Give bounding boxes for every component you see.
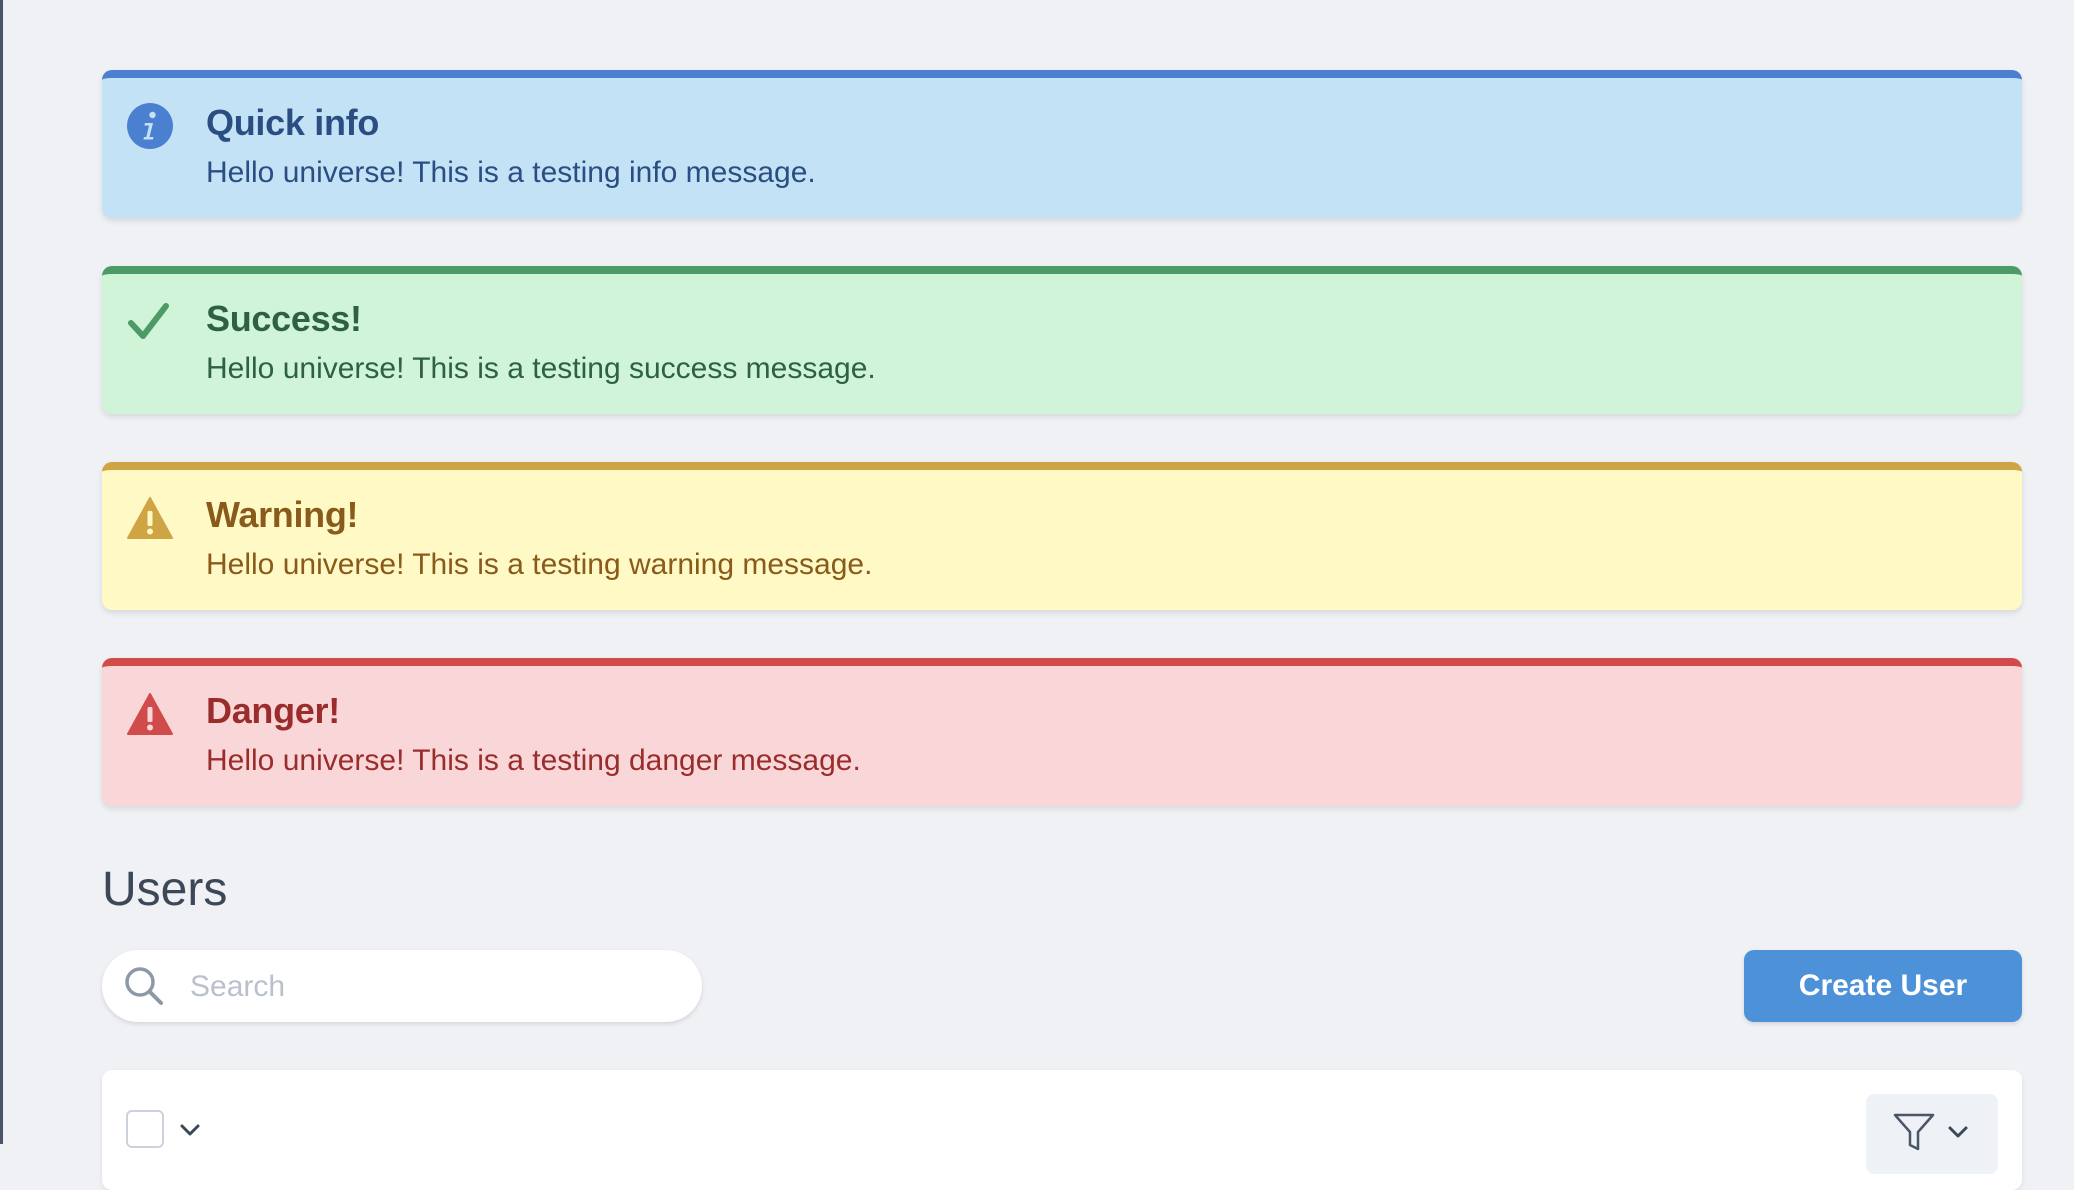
chevron-down-icon xyxy=(1948,1126,1968,1138)
search-icon xyxy=(125,967,163,1005)
alert-title: Quick info xyxy=(206,102,380,143)
alert-info: Quick info Hello universe! This is a tes… xyxy=(102,70,2022,218)
users-heading: Users xyxy=(102,863,228,916)
alert-danger: Danger! Hello universe! This is a testin… xyxy=(102,658,2022,806)
check-icon xyxy=(128,303,169,339)
funnel-icon xyxy=(1893,1113,1935,1151)
create-user-button[interactable]: Create User xyxy=(1744,950,2022,1022)
alert-success: Success! Hello universe! This is a testi… xyxy=(102,266,2022,414)
users-table-card xyxy=(102,1070,2022,1190)
alert-message: Hello universe! This is a testing danger… xyxy=(206,744,861,777)
alert-title: Warning! xyxy=(206,494,359,535)
window-edge xyxy=(0,0,3,1144)
alert-title: Danger! xyxy=(206,690,340,731)
warning-icon xyxy=(127,497,173,539)
search-input[interactable] xyxy=(188,950,672,1024)
chevron-down-icon[interactable] xyxy=(178,1118,202,1142)
danger-icon xyxy=(127,693,173,735)
info-icon xyxy=(127,103,173,149)
search-box[interactable] xyxy=(102,950,702,1024)
alert-message: Hello universe! This is a testing info m… xyxy=(206,156,816,189)
filter-button[interactable] xyxy=(1866,1094,1998,1174)
alert-message: Hello universe! This is a testing succes… xyxy=(206,352,876,385)
alert-message: Hello universe! This is a testing warnin… xyxy=(206,548,873,581)
alerts-container: Quick info Hello universe! This is a tes… xyxy=(102,70,2022,854)
alert-warning: Warning! Hello universe! This is a testi… xyxy=(102,462,2022,610)
alert-title: Success! xyxy=(206,298,362,339)
select-all-checkbox[interactable] xyxy=(126,1110,164,1148)
